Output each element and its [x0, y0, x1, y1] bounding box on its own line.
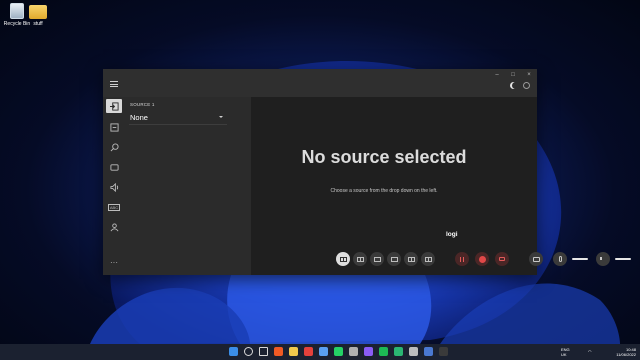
title-bar: – □ × — [103, 69, 537, 97]
more-icon[interactable]: ··· — [106, 255, 122, 269]
wifi-icon[interactable]: ◠ — [588, 349, 598, 355]
microphone-icon — [558, 256, 562, 262]
app6-icon[interactable] — [439, 347, 448, 356]
layout-icon — [424, 256, 432, 262]
folder-icon — [532, 256, 540, 262]
vivaldi-icon[interactable] — [304, 347, 313, 356]
app-window: – □ × ABC ··· SOURCE 1 None No source se… — [103, 69, 631, 275]
source-panel: SOURCE 1 None — [125, 97, 251, 275]
desktop-icon-label: stuff — [33, 21, 43, 27]
settings-icon[interactable] — [349, 347, 358, 356]
camera-icon[interactable] — [106, 160, 122, 174]
layout-button-4[interactable] — [387, 252, 401, 266]
speaker-icon — [600, 256, 606, 262]
layout-button-2[interactable] — [353, 252, 367, 266]
layout-button-6[interactable] — [421, 252, 435, 266]
layout-button-3[interactable] — [370, 252, 384, 266]
source-value: None — [130, 113, 148, 122]
maximize-button[interactable]: □ — [508, 72, 518, 78]
preview-area: No source selected Choose a source from … — [251, 97, 537, 247]
chevron-down-icon — [219, 116, 223, 118]
app4-icon[interactable] — [409, 347, 418, 356]
clock-date: 11/06/2022 — [616, 352, 636, 357]
text-icon[interactable]: ABC — [106, 200, 122, 214]
close-button[interactable]: × — [524, 72, 534, 78]
mic-button[interactable] — [553, 252, 567, 266]
minimize-button[interactable]: – — [492, 72, 502, 78]
moon-icon[interactable] — [512, 82, 519, 89]
slider-track — [572, 258, 588, 260]
more-icon-label: ··· — [110, 257, 118, 267]
layout-icon — [339, 256, 347, 262]
mic-volume-slider[interactable] — [572, 257, 588, 261]
layout-button-1[interactable] — [336, 252, 350, 266]
left-rail: ABC ··· — [103, 97, 125, 275]
logi-logo: logi — [446, 231, 458, 238]
speaker-button[interactable] — [596, 252, 610, 266]
layout-button-5[interactable] — [404, 252, 418, 266]
slider-track — [615, 258, 631, 260]
region-code: UK — [561, 352, 567, 357]
snapshot-button[interactable] — [495, 252, 509, 266]
app2-icon[interactable] — [364, 347, 373, 356]
brave-icon[interactable] — [274, 347, 283, 356]
record-button[interactable] — [475, 252, 489, 266]
settings-icon[interactable] — [523, 82, 530, 89]
source-output-icon[interactable] — [106, 120, 122, 134]
app5-icon[interactable] — [424, 347, 433, 356]
whatsapp-icon[interactable] — [334, 347, 343, 356]
app-icon[interactable] — [319, 347, 328, 356]
preview-subline: Choose a source from the drop down on th… — [330, 188, 438, 194]
pin-icon[interactable] — [289, 347, 298, 356]
source-label: SOURCE 1 — [130, 102, 155, 107]
source-input-icon[interactable] — [106, 99, 122, 113]
preview-headline: No source selected — [301, 147, 467, 167]
task-view-icon[interactable] — [259, 347, 268, 356]
search-icon[interactable] — [244, 347, 253, 356]
spotify-icon[interactable] — [379, 347, 388, 356]
layout-icon — [407, 256, 415, 262]
taskbar: ENG UK ◠ 10:48 11/06/2022 — [0, 344, 640, 360]
clock[interactable]: 10:48 11/06/2022 — [608, 347, 636, 357]
menu-icon[interactable] — [110, 81, 118, 87]
folder-icon — [29, 5, 47, 19]
text-icon-label: ABC — [107, 203, 121, 211]
desktop-icon-stuff[interactable]: stuff — [21, 3, 55, 27]
zoom-icon[interactable] — [106, 140, 122, 154]
audio-icon[interactable] — [106, 180, 122, 194]
pause-button[interactable] — [455, 252, 469, 266]
layout-icon — [390, 256, 398, 262]
open-folder-button[interactable] — [529, 252, 543, 266]
user-icon[interactable] — [106, 220, 122, 234]
source-dropdown[interactable]: None — [129, 111, 227, 125]
language-indicator[interactable]: ENG UK — [561, 347, 570, 357]
record-icon — [478, 255, 486, 263]
pause-icon — [460, 256, 464, 262]
layout-icon — [356, 256, 364, 262]
layout-icon — [373, 256, 381, 262]
camera-icon — [499, 257, 505, 261]
bottom-toolbar — [251, 247, 631, 275]
speaker-volume-slider[interactable] — [615, 257, 631, 261]
app3-icon[interactable] — [394, 347, 403, 356]
start-icon[interactable] — [229, 347, 238, 356]
